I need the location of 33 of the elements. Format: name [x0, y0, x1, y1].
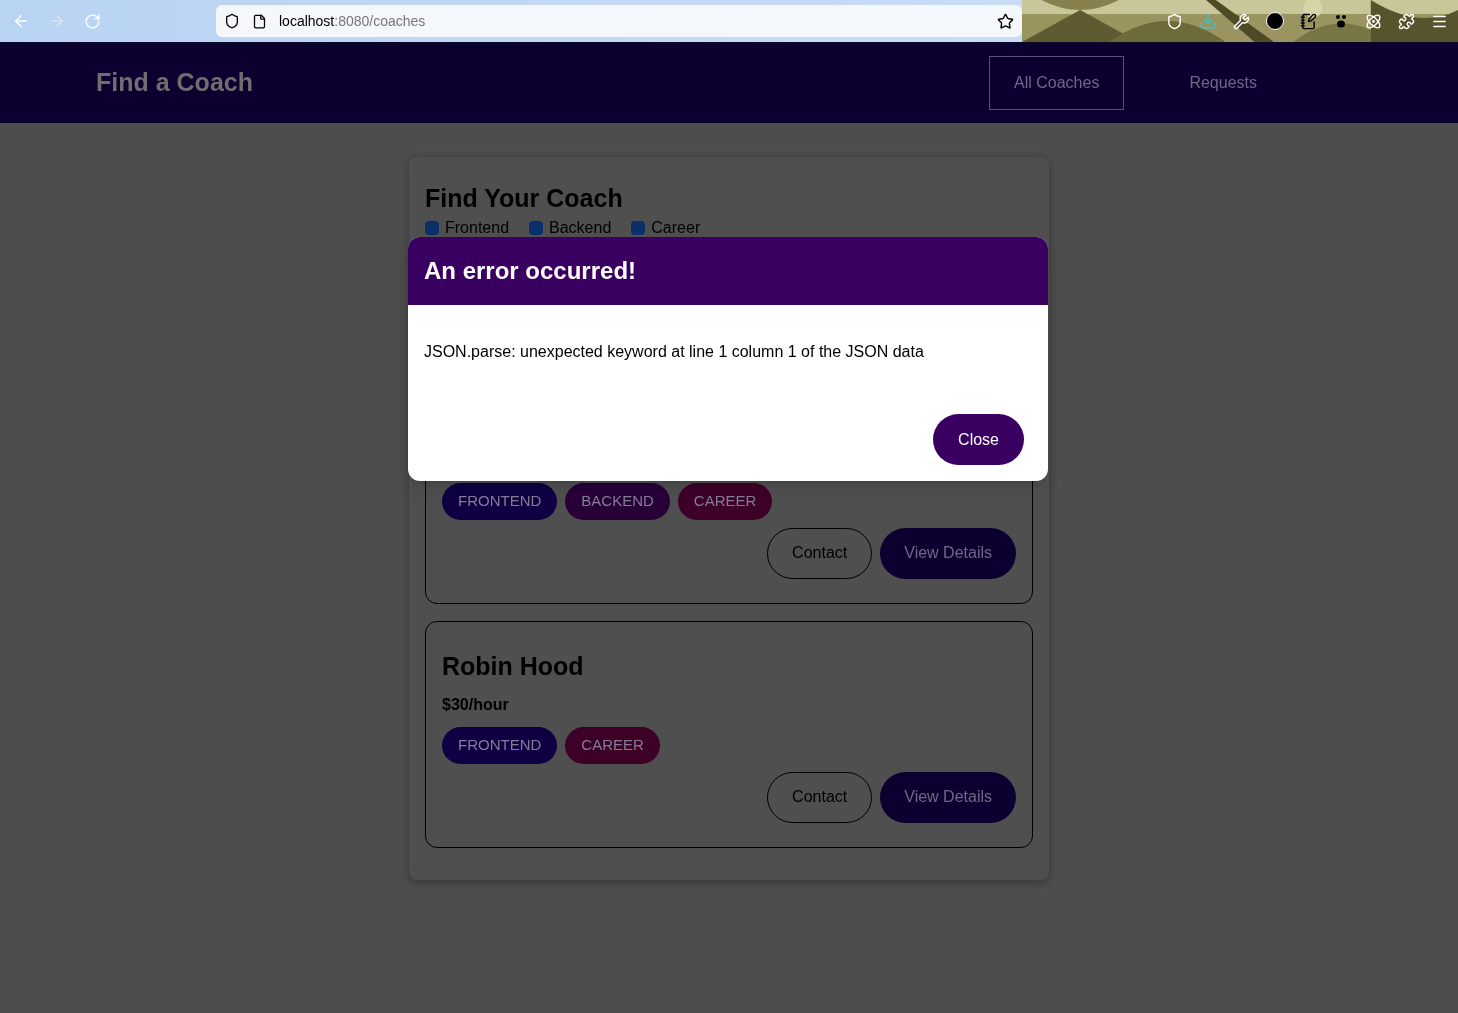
close-button[interactable]: Close: [933, 414, 1024, 465]
paw-icon[interactable]: [1333, 13, 1349, 29]
area-tag: FRONTEND: [442, 727, 558, 764]
checkbox-label: Frontend: [445, 219, 510, 237]
coach-name: Robin Hood: [442, 650, 585, 682]
nav-link[interactable]: Requests: [1164, 56, 1282, 110]
area-tag: CAREER: [565, 727, 660, 764]
bookmark-star-icon[interactable]: [997, 12, 1014, 30]
site-title: Find a Coach: [96, 67, 254, 99]
section-title: Find Your Coach: [425, 183, 624, 213]
puzzle-icon[interactable]: [1398, 12, 1415, 30]
checkbox[interactable]: [425, 221, 439, 235]
download-icon[interactable]: [1199, 12, 1217, 30]
area-tag: CAREER: [677, 483, 773, 520]
coach-rate: $30/hour: [442, 695, 510, 715]
nav-link[interactable]: All Coaches: [989, 56, 1125, 110]
wrench-icon[interactable]: [1233, 12, 1250, 30]
error-message: JSON.parse: unexpected keyword at line 1 column 1 of the JSON data: [423, 342, 925, 362]
page-icon: [252, 13, 267, 29]
dialog-title: An error occurred!: [424, 256, 637, 286]
view-details-button[interactable]: View Details: [880, 527, 1016, 579]
checkbox-label: Career: [651, 219, 701, 237]
area-tag: BACKEND: [565, 483, 670, 520]
atom-icon[interactable]: [1365, 12, 1382, 30]
url-text: localhost:8080/coaches: [279, 11, 427, 31]
notepad-icon[interactable]: [1300, 12, 1317, 30]
checkbox-label: Backend: [549, 219, 612, 237]
area-tag: FRONTEND: [442, 483, 558, 520]
shield-icon[interactable]: [224, 13, 240, 29]
address-bar[interactable]: localhost:8080/coaches: [216, 5, 1022, 37]
view-details-button[interactable]: View Details: [880, 771, 1016, 823]
checkbox[interactable]: [631, 221, 646, 235]
checkbox[interactable]: [529, 221, 544, 235]
